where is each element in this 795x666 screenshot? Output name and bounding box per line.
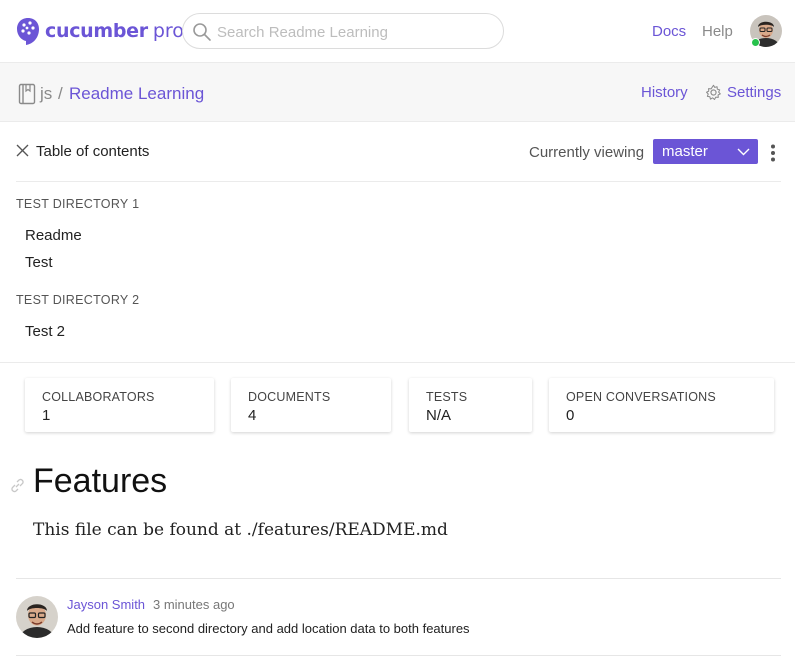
stat-card-open-conversations[interactable]: OPEN CONVERSATIONS 0 — [549, 378, 774, 432]
project-header: js / Readme Learning History Settings — [0, 62, 795, 122]
stat-value: 1 — [42, 407, 51, 424]
stat-value: 4 — [248, 407, 257, 424]
search-icon — [193, 23, 211, 41]
cucumber-logo-icon — [17, 18, 39, 45]
link-anchor-icon[interactable] — [9, 477, 26, 494]
document-title: Features — [33, 462, 168, 500]
stat-label: COLLABORATORS — [42, 390, 155, 404]
commit-timestamp: 3 minutes ago — [153, 597, 235, 612]
history-link[interactable]: History — [641, 84, 688, 101]
close-icon[interactable] — [16, 144, 29, 157]
divider — [16, 578, 781, 579]
brand-name: cucumber — [45, 20, 148, 42]
search-input[interactable] — [217, 22, 487, 42]
settings-link[interactable]: Settings — [727, 84, 781, 101]
search-box[interactable] — [182, 13, 504, 49]
nav-docs-link[interactable]: Docs — [652, 23, 686, 40]
stat-value: 0 — [566, 407, 575, 424]
stat-card-collaborators[interactable]: COLLABORATORS 1 — [25, 378, 214, 432]
commit-author-avatar[interactable] — [16, 596, 58, 638]
top-navbar: cucumber pro Docs Help — [0, 0, 795, 62]
breadcrumb-separator: / — [58, 84, 63, 103]
toc-header: Table of contents Currently viewing mast… — [16, 122, 781, 182]
brand-logo[interactable]: cucumber pro — [16, 16, 184, 46]
stat-card-tests[interactable]: TESTS N/A — [409, 378, 532, 432]
branch-select-value: master — [662, 143, 708, 160]
toc-directory-label: TEST DIRECTORY 1 — [16, 197, 140, 211]
commit-author[interactable]: Jayson Smith — [67, 597, 145, 612]
branch-select[interactable]: master — [653, 139, 758, 164]
stat-label: TESTS — [426, 390, 468, 404]
kebab-menu-icon[interactable] — [770, 144, 776, 162]
toc-item[interactable]: Readme — [25, 227, 82, 244]
toc-item[interactable]: Test — [25, 254, 53, 271]
stat-label: DOCUMENTS — [248, 390, 331, 404]
toc-item[interactable]: Test 2 — [25, 323, 65, 340]
book-icon — [18, 83, 36, 105]
stat-card-documents[interactable]: DOCUMENTS 4 — [231, 378, 391, 432]
gear-icon[interactable] — [705, 84, 722, 101]
commit-message: Add feature to second directory and add … — [67, 621, 470, 636]
breadcrumb-project[interactable]: Readme Learning — [69, 84, 204, 104]
currently-viewing-label: Currently viewing — [529, 144, 645, 161]
divider — [16, 655, 781, 656]
toc-title: Table of contents — [36, 143, 150, 160]
stat-value: N/A — [426, 407, 452, 424]
nav-help-link[interactable]: Help — [702, 23, 733, 40]
brand-suffix: pro — [152, 20, 184, 42]
online-status-indicator — [751, 38, 760, 47]
document-body: This file can be found at ./features/REA… — [33, 520, 448, 540]
toc-directory-label: TEST DIRECTORY 2 — [16, 293, 140, 307]
breadcrumb-org[interactable]: js — [40, 84, 52, 104]
divider — [0, 362, 795, 363]
stat-label: OPEN CONVERSATIONS — [566, 390, 716, 404]
chevron-down-icon — [737, 148, 750, 156]
